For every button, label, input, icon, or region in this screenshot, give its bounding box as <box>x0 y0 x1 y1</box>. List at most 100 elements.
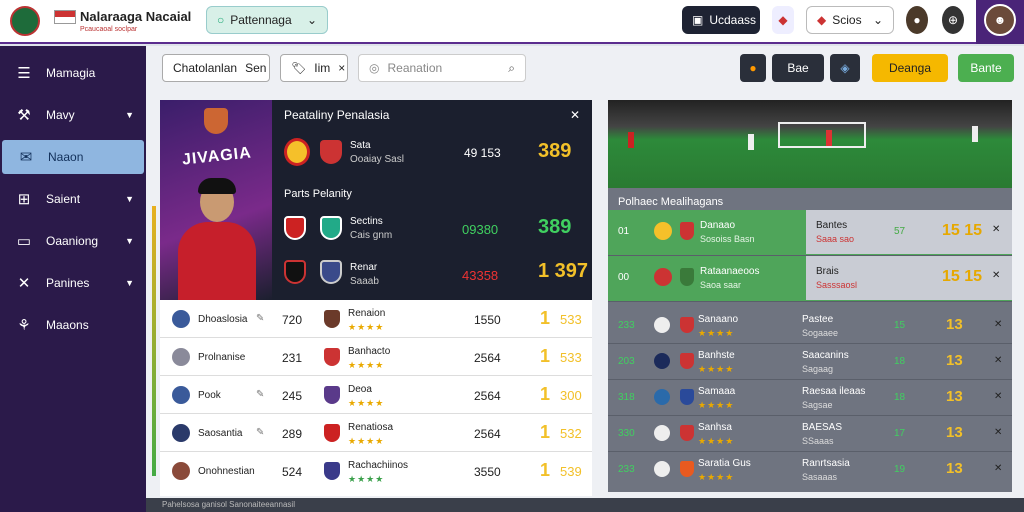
notifications-button[interactable]: ▣ Ucdaass <box>682 6 760 34</box>
filter-icon: ◎ <box>369 61 380 75</box>
player-figure <box>628 132 634 148</box>
tag-filter[interactable]: 🏷 Iim × <box>280 54 348 82</box>
orange-icon[interactable]: ● <box>740 54 766 82</box>
rating-stars: ★★★★ <box>698 472 735 482</box>
rating-stars: ★★★★ <box>698 328 735 338</box>
player-name: JIVAGIA <box>181 144 253 169</box>
crest-icon <box>654 425 670 441</box>
match-row-highlight[interactable]: 00 Rataanaeoos Saoa saar Brais Sasssaosl… <box>608 256 1012 302</box>
rating-stars: ★★★★ <box>698 364 735 374</box>
chevron-down-icon: ⌄ <box>872 13 883 27</box>
featured-row[interactable]: Sata Ooaiay Sasl 49 153 389 <box>272 132 592 176</box>
sidebar-item-mamagia[interactable]: ☰ Mamagia <box>0 56 146 90</box>
match-row[interactable]: 233 Sanaano ★★★★ Pastee Sogaaee 15 13 ✕ <box>608 308 1012 344</box>
player-list: Dhoaslosia ✎ 720 Renaion ★★★★ 1550 1 533… <box>160 300 592 496</box>
close-icon[interactable]: ✕ <box>994 391 1002 402</box>
close-icon[interactable]: ✕ <box>994 427 1002 438</box>
score-button[interactable]: Bae <box>772 54 824 82</box>
chat-icon: ✉ <box>19 149 33 166</box>
close-icon[interactable]: ✕ <box>992 270 1000 281</box>
player-figure <box>826 130 832 146</box>
player-image: JIVAGIA <box>160 100 272 300</box>
close-icon[interactable]: ✕ <box>994 355 1002 366</box>
flag-icon <box>54 10 76 24</box>
close-icon[interactable]: ✕ <box>994 463 1002 474</box>
chevron-down-icon: ▼ <box>125 236 134 246</box>
featured-row[interactable]: Renar Saaab 43358 1 397 <box>272 254 592 298</box>
crest-icon <box>654 389 670 405</box>
crest-icon <box>680 268 694 286</box>
crest-icon <box>680 353 694 369</box>
matches-panel: Polhaec Mealihagans 01 Danaao Sosoiss Ba… <box>608 188 1012 492</box>
featured-title: Peataliny Penalasia <box>284 108 390 122</box>
close-icon[interactable]: ✕ <box>570 108 580 122</box>
sidebar-item-maaons[interactable]: ⚘ Maaons <box>0 308 146 342</box>
app-title: Nalaraaga Nacaial <box>80 9 192 24</box>
match-video[interactable] <box>608 100 1012 188</box>
sidebar-item-saient[interactable]: ⊞ Saient ▼ <box>0 182 146 216</box>
list-item[interactable]: Dhoaslosia ✎ 720 Renaion ★★★★ 1550 1 533 <box>160 302 592 338</box>
crest-icon <box>680 461 694 477</box>
team-icon: ⚘ <box>17 317 31 334</box>
crest-icon <box>324 424 340 442</box>
filter-select[interactable]: Chatolanlan Sen <box>162 54 270 82</box>
match-row[interactable]: 203 Banhste ★★★★ Saacanins Sagaag 18 13 … <box>608 344 1012 380</box>
progress-rail <box>152 206 156 476</box>
match-row-highlight[interactable]: 01 Danaao Sosoiss Basn Bantes Saaa sao 5… <box>608 210 1012 256</box>
edit-icon[interactable]: ✎ <box>256 427 264 438</box>
shield-icon[interactable]: ◆ <box>772 6 794 34</box>
list-item[interactable]: Pook ✎ 245 Deoa ★★★★ 2564 1 300 <box>160 378 592 414</box>
crest-icon <box>204 108 228 134</box>
yellow-button[interactable]: Deanga <box>872 54 948 82</box>
board-icon: ▭ <box>16 233 32 250</box>
match-row[interactable]: 318 Samaaa ★★★★ Raesaa ileaas Sagsae 18 … <box>608 380 1012 416</box>
top-bar: Nalaraaga Nacaial Pcaucaoal soclpar ○ Pa… <box>0 0 1024 44</box>
match-row[interactable]: 330 Sanhsa ★★★★ BAESAS SSaaas 17 13 ✕ <box>608 416 1012 452</box>
edit-icon[interactable]: ✎ <box>256 313 264 324</box>
user-avatar[interactable]: ☻ <box>984 4 1016 36</box>
bell-icon: ▣ <box>692 13 704 27</box>
featured-row[interactable]: Sectins Cais gnm 09380 389 <box>272 210 592 254</box>
crest-icon <box>324 310 340 328</box>
search-input[interactable]: ◎ Reanation ⌕ <box>358 54 526 82</box>
featured-panel: JIVAGIA Peataliny Penalasia ✕ Sata Ooaia… <box>160 100 592 300</box>
match-row[interactable]: 233 Saratia Gus ★★★★ Ranrtsasia Sasaaas … <box>608 452 1012 488</box>
search-pill[interactable]: ○ Pattennaga ⌄ <box>206 6 328 34</box>
badge-icon: ◆ <box>817 13 827 27</box>
edit-icon[interactable]: ✎ <box>256 389 264 400</box>
jersey <box>178 222 256 300</box>
matches-title: Polhaec Mealihagans <box>618 196 724 208</box>
circle-icon: ○ <box>217 13 225 27</box>
club-crest-icon[interactable] <box>10 6 40 36</box>
crest-icon <box>172 386 190 404</box>
crest-icon <box>320 140 342 164</box>
sidebar-item-mavy[interactable]: ⚒ Mavy ▼ <box>0 98 146 132</box>
crest-icon <box>324 348 340 366</box>
green-button[interactable]: Bante <box>958 54 1014 82</box>
player-hair <box>198 178 236 194</box>
sidebar-item-panines[interactable]: ✕ Panines ▼ <box>0 266 146 300</box>
globe-icon[interactable]: ⊕ <box>942 6 964 34</box>
list-item[interactable]: Prolnanise 231 Banhacto ★★★★ 2564 1 533 <box>160 340 592 376</box>
rating-stars: ★★★★ <box>698 436 735 446</box>
close-icon[interactable]: ✕ <box>992 224 1000 235</box>
sidebar-item-naaon[interactable]: ✉ Naaon <box>2 140 144 174</box>
crest-icon <box>654 222 672 240</box>
close-icon[interactable]: ✕ <box>994 319 1002 330</box>
shield-icon[interactable]: ◈ <box>830 54 860 82</box>
close-icon[interactable]: × <box>338 61 345 75</box>
footer-status: Pahelsosa ganisol Sanonaiteeannasil <box>146 498 1024 512</box>
crest-icon <box>320 260 342 284</box>
grid-icon: ⊞ <box>17 191 31 208</box>
avatar-icon[interactable]: ● <box>906 6 928 34</box>
chevron-down-icon: ▼ <box>125 278 134 288</box>
list-item[interactable]: Onohnestian 524 Rachachiinos ★★★★ 3550 1… <box>160 454 592 490</box>
section-title: Parts Pelanity <box>284 188 352 200</box>
player-figure <box>748 134 754 150</box>
user-select[interactable]: ◆ Scios ⌄ <box>806 6 894 34</box>
crest-icon <box>654 317 670 333</box>
sidebar-item-oaaniong[interactable]: ▭ Oaaniong ▼ <box>0 224 146 258</box>
player-figure <box>972 126 978 142</box>
crest-icon <box>172 348 190 366</box>
list-item[interactable]: Saosantia ✎ 289 Renatiosa ★★★★ 2564 1 53… <box>160 416 592 452</box>
